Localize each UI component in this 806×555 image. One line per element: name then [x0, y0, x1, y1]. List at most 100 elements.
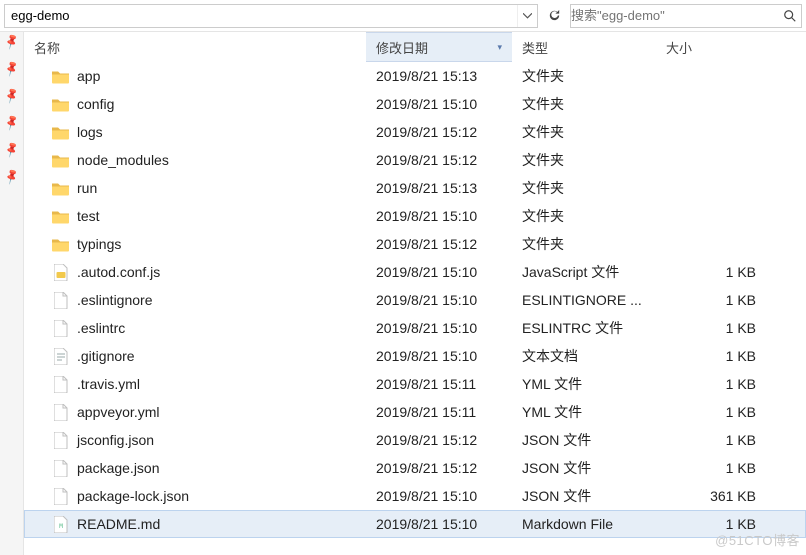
file-name: package.json — [77, 460, 160, 476]
folder-icon — [52, 124, 69, 141]
cell-date: 2019/8/21 15:10 — [366, 348, 512, 364]
file-name: .autod.conf.js — [77, 264, 160, 280]
refresh-button[interactable] — [542, 4, 566, 28]
table-row[interactable]: .eslintrc2019/8/21 15:10ESLINTRC 文件1 KB — [24, 314, 806, 342]
table-row[interactable]: jsconfig.json2019/8/21 15:12JSON 文件1 KB — [24, 426, 806, 454]
file-name: .eslintrc — [77, 320, 125, 336]
file-icon — [52, 320, 69, 337]
table-row[interactable]: .gitignore2019/8/21 15:10文本文档1 KB — [24, 342, 806, 370]
table-row[interactable]: M README.md 2019/8/21 15:10Markdown File1 … — [24, 510, 806, 538]
table-row[interactable]: logs2019/8/21 15:12文件夹 — [24, 118, 806, 146]
pin-icon: 📌 — [2, 167, 20, 185]
table-row[interactable]: run 2019/8/21 15:13文件夹 — [24, 174, 806, 202]
cell-name: test — [24, 208, 366, 225]
folder-icon — [52, 208, 69, 225]
pin-icon: 📌 — [2, 59, 20, 77]
cell-name: typings — [24, 236, 366, 253]
cell-size: 1 KB — [656, 432, 776, 448]
table-row[interactable]: package.json2019/8/21 15:12JSON 文件1 KB — [24, 454, 806, 482]
table-row[interactable]: .autod.conf.js 2019/8/21 15:10JavaScript … — [24, 258, 806, 286]
file-name: run — [77, 180, 97, 196]
cell-size: 1 KB — [656, 376, 776, 392]
cell-type: JavaScript 文件 — [512, 262, 656, 282]
cell-name: jsconfig.json — [24, 432, 366, 449]
nav-pane-collapsed: 📌 📌 📌 📌 📌 📌 — [0, 32, 24, 555]
cell-name: node_modules — [24, 152, 366, 169]
address-input[interactable] — [5, 8, 517, 23]
cell-date: 2019/8/21 15:12 — [366, 432, 512, 448]
pin-icon: 📌 — [2, 140, 20, 158]
cell-date: 2019/8/21 15:10 — [366, 264, 512, 280]
file-icon — [52, 404, 69, 421]
cell-date: 2019/8/21 15:10 — [366, 320, 512, 336]
content-area: 📌 📌 📌 📌 📌 📌 名称 修改日期 ▾ 类型 大小 app 2019/8/21… — [0, 32, 806, 555]
header-date-label: 修改日期 — [376, 38, 428, 57]
header-name[interactable]: 名称 — [24, 32, 366, 62]
markdown-file-icon: M — [52, 516, 69, 533]
table-row[interactable]: package-lock.json2019/8/21 15:10JSON 文件3… — [24, 482, 806, 510]
file-icon — [52, 460, 69, 477]
cell-date: 2019/8/21 15:13 — [366, 180, 512, 196]
pin-icon: 📌 — [2, 32, 20, 50]
cell-type: 文件夹 — [512, 66, 656, 86]
cell-name: app — [24, 68, 366, 85]
file-icon — [52, 292, 69, 309]
file-name: config — [77, 96, 114, 112]
file-name: logs — [77, 124, 103, 140]
cell-type: 文件夹 — [512, 94, 656, 114]
cell-name: run — [24, 180, 366, 197]
header-type[interactable]: 类型 — [512, 32, 656, 62]
header-size[interactable]: 大小 — [656, 32, 776, 62]
address-bar[interactable] — [4, 4, 538, 28]
file-icon — [52, 488, 69, 505]
table-row[interactable]: appveyor.yml2019/8/21 15:11YML 文件1 KB — [24, 398, 806, 426]
cell-type: ESLINTIGNORE ... — [512, 292, 656, 308]
cell-size: 1 KB — [656, 348, 776, 364]
cell-date: 2019/8/21 15:10 — [366, 516, 512, 532]
pin-icon: 📌 — [2, 86, 20, 104]
file-name: package-lock.json — [77, 488, 189, 504]
address-history-dropdown[interactable] — [517, 5, 537, 27]
cell-date: 2019/8/21 15:13 — [366, 68, 512, 84]
file-name: README.md — [77, 516, 160, 532]
cell-size: 1 KB — [656, 404, 776, 420]
cell-type: 文件夹 — [512, 150, 656, 170]
table-row[interactable]: .travis.yml2019/8/21 15:11YML 文件1 KB — [24, 370, 806, 398]
file-name: appveyor.yml — [77, 404, 159, 420]
header-date[interactable]: 修改日期 ▾ — [366, 32, 512, 62]
search-input[interactable] — [571, 8, 779, 23]
cell-type: JSON 文件 — [512, 486, 656, 506]
cell-name: appveyor.yml — [24, 404, 366, 421]
table-row[interactable]: typings2019/8/21 15:12文件夹 — [24, 230, 806, 258]
folder-icon — [52, 236, 69, 253]
file-name: test — [77, 208, 100, 224]
table-row[interactable]: .eslintignore2019/8/21 15:10ESLINTIGNORE… — [24, 286, 806, 314]
cell-date: 2019/8/21 15:10 — [366, 96, 512, 112]
cell-type: JSON 文件 — [512, 458, 656, 478]
cell-size: 1 KB — [656, 516, 776, 532]
table-row[interactable]: config 2019/8/21 15:10文件夹 — [24, 90, 806, 118]
table-row[interactable]: node_modules2019/8/21 15:12文件夹 — [24, 146, 806, 174]
toolbar — [0, 0, 806, 32]
cell-date: 2019/8/21 15:10 — [366, 208, 512, 224]
cell-name: M README.md — [24, 516, 366, 533]
search-button[interactable] — [779, 9, 801, 23]
cell-name: package.json — [24, 460, 366, 477]
svg-text:M: M — [59, 523, 63, 530]
cell-name: .autod.conf.js — [24, 264, 366, 281]
cell-type: 文件夹 — [512, 206, 656, 226]
cell-date: 2019/8/21 15:11 — [366, 404, 512, 420]
cell-name: .eslintrc — [24, 320, 366, 337]
cell-type: Markdown File — [512, 516, 656, 532]
table-row[interactable]: app 2019/8/21 15:13文件夹 — [24, 62, 806, 90]
search-box[interactable] — [570, 4, 802, 28]
folder-icon — [52, 152, 69, 169]
file-name: app — [77, 68, 100, 84]
folder-icon — [52, 96, 69, 113]
table-row[interactable]: test 2019/8/21 15:10文件夹 — [24, 202, 806, 230]
folder-icon — [52, 180, 69, 197]
cell-name: logs — [24, 124, 366, 141]
cell-size: 1 KB — [656, 460, 776, 476]
cell-type: 文件夹 — [512, 178, 656, 198]
cell-date: 2019/8/21 15:11 — [366, 376, 512, 392]
